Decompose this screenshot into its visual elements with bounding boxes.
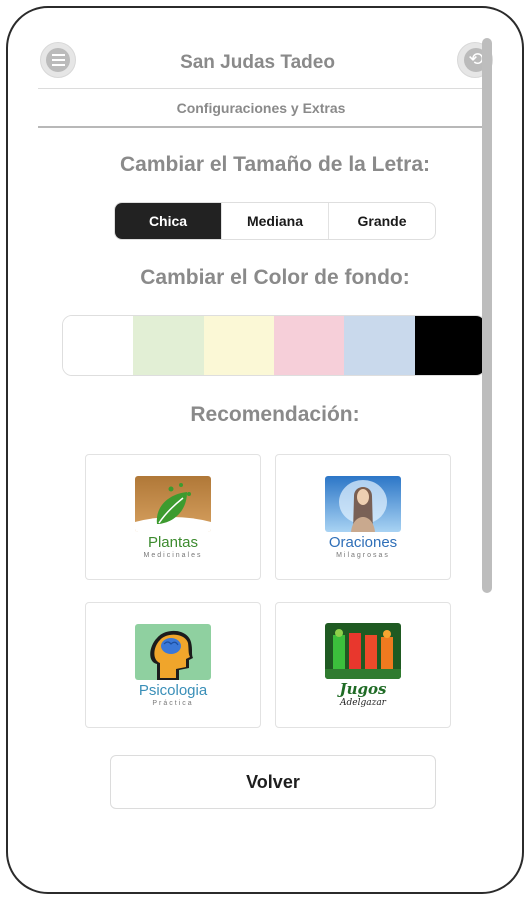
- font-size-small-button[interactable]: Chica: [115, 203, 221, 239]
- recommended-app-jugos[interactable]: Jugos Adelgazar: [275, 602, 451, 728]
- font-size-title: Cambiar el Tamaño de la Letra:: [119, 153, 431, 176]
- jugos-app-icon: [325, 622, 401, 679]
- color-swatch-2[interactable]: [133, 316, 204, 375]
- background-color-title: Cambiar el Color de fondo:: [140, 266, 410, 289]
- oraciones-app-icon: [325, 475, 401, 532]
- jugos-caption: Jugos Adelgazar: [339, 679, 387, 708]
- oraciones-name: Oraciones: [328, 533, 398, 551]
- oraciones-caption: Oraciones Milagrosas: [329, 535, 397, 559]
- color-swatch-6[interactable]: [414, 316, 485, 375]
- color-swatch-4[interactable]: [273, 316, 345, 375]
- psicologia-caption: Psicologia Práctica: [139, 683, 207, 707]
- recommended-app-psicologia[interactable]: Psicologia Práctica: [85, 602, 261, 728]
- page-subtitle: Configuraciones y Extras: [176, 100, 346, 116]
- oraciones-subtitle: Milagrosas: [336, 551, 390, 559]
- font-size-selector: Chica Mediana Grande: [114, 202, 436, 240]
- psicologia-name: Psicologia: [138, 681, 208, 699]
- scrollbar[interactable]: [482, 38, 492, 593]
- recommendation-title: Recomendación:: [190, 403, 360, 426]
- header-divider: [38, 88, 484, 89]
- jugos-subtitle: Adelgazar: [339, 697, 386, 708]
- plantas-subtitle: Medicinales: [143, 551, 203, 559]
- app-header: San Judas Tadeo ⟲: [30, 30, 493, 86]
- phone-frame: San Judas Tadeo ⟲ Configuraciones y Extr…: [6, 6, 524, 894]
- recommended-app-oraciones[interactable]: Oraciones Milagrosas: [275, 454, 451, 580]
- font-size-medium-button[interactable]: Mediana: [221, 203, 328, 239]
- volver-button[interactable]: Volver: [110, 755, 436, 809]
- plantas-name: Plantas: [147, 533, 199, 551]
- psicologia-app-icon: [135, 623, 211, 680]
- jugos-name: Jugos: [339, 679, 387, 698]
- psicologia-subtitle: Práctica: [152, 699, 194, 707]
- font-size-large-button[interactable]: Grande: [328, 203, 435, 239]
- color-swatch-3[interactable]: [203, 316, 274, 375]
- color-swatch-1[interactable]: [63, 316, 134, 375]
- subtitle-divider: [38, 126, 492, 128]
- color-swatch-5[interactable]: [344, 316, 415, 375]
- plantas-caption: Plantas Medicinales: [144, 535, 203, 559]
- recommended-app-plantas[interactable]: Plantas Medicinales: [85, 454, 261, 580]
- app-title: San Judas Tadeo: [180, 52, 335, 73]
- color-swatch-bar: [62, 315, 486, 376]
- plantas-app-icon: [135, 475, 211, 532]
